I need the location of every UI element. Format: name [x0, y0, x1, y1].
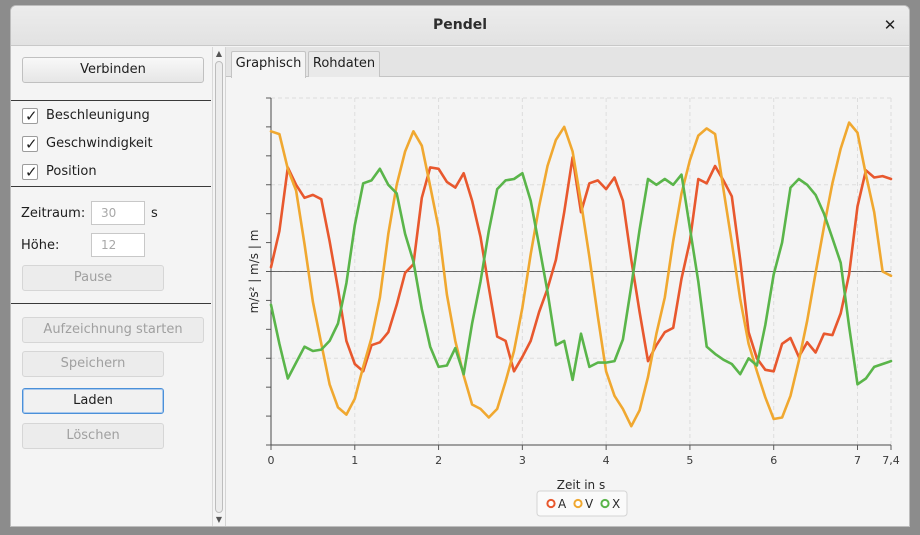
legend-label-a: A: [558, 497, 567, 511]
separator: [11, 100, 211, 101]
chart-series: [269, 121, 893, 428]
checkbox-box[interactable]: ✓: [22, 135, 38, 153]
tab-graphisch[interactable]: Graphisch: [231, 51, 306, 78]
legend-marker-x: [600, 498, 610, 509]
x-tick-label: 7,4: [882, 454, 900, 467]
legend-label-x: X: [612, 497, 620, 511]
x-tick-label: 7: [854, 454, 861, 467]
connect-button[interactable]: Verbinden: [22, 57, 204, 83]
zeitraum-input[interactable]: 30: [91, 201, 145, 225]
x-axis-label: Zeit in s: [557, 478, 605, 492]
checkbox-box[interactable]: ✓: [22, 107, 38, 125]
separator: [11, 186, 211, 187]
x-tick-label: 6: [770, 454, 777, 467]
x-tick-label: 4: [603, 454, 610, 467]
x-tick-label: 1: [351, 454, 358, 467]
chart-panel: Graphisch Rohdaten 0 1 2 3 4 5 6 7 7,4 m/s² | m/…: [225, 47, 909, 526]
checkbox-label: Position: [46, 164, 97, 179]
hoehe-label: Höhe:: [21, 238, 60, 253]
zeitraum-label: Zeitraum:: [21, 206, 86, 221]
x-tick-label: 5: [686, 454, 693, 467]
x-tick-label: 0: [268, 454, 275, 467]
chart-legend: AVX: [536, 490, 628, 517]
tab-rohdaten[interactable]: Rohdaten: [308, 51, 380, 77]
check-icon: ✓: [25, 163, 38, 181]
delete-button[interactable]: Löschen: [22, 423, 164, 449]
y-axis-label: m/s² | m/s | m: [247, 230, 261, 314]
scroll-down-icon[interactable]: ▼: [213, 515, 225, 524]
load-button[interactable]: Laden: [22, 388, 164, 414]
pendulum-chart: 0 1 2 3 4 5 6 7 7,4 m/s² | m/s | m Zeit in s A V X: [247, 97, 900, 517]
zeitraum-unit: s: [151, 206, 158, 221]
legend-marker-a: [546, 498, 556, 509]
legend-marker-v: [573, 498, 583, 509]
x-axis-ticks: 0 1 2 3 4 5 6 7 7,4: [268, 445, 900, 467]
checkbox-label: Beschleunigung: [46, 108, 150, 123]
hoehe-input[interactable]: 12: [91, 233, 145, 257]
pendel-window: Pendel ✕ Verbinden ✓ Beschleunigung ✓ Ge…: [10, 5, 910, 527]
close-icon[interactable]: ✕: [880, 15, 900, 35]
check-icon: ✓: [25, 107, 38, 125]
x-tick-label: 3: [519, 454, 526, 467]
pause-button[interactable]: Pause: [22, 265, 164, 291]
x-tick-label: 2: [435, 454, 442, 467]
title-bar[interactable]: Pendel ✕: [11, 6, 909, 46]
vertical-scrollbar[interactable]: ▲ ▼: [212, 47, 225, 526]
save-button[interactable]: Speichern: [22, 351, 164, 377]
series-line-v: [269, 121, 893, 428]
separator: [11, 303, 211, 304]
legend-label-v: V: [585, 497, 594, 511]
control-panel: Verbinden ✓ Beschleunigung ✓ Geschwindig…: [11, 47, 212, 526]
check-icon: ✓: [25, 135, 38, 153]
tab-strip: Graphisch Rohdaten: [226, 47, 909, 78]
y-axis-ticks: [266, 97, 271, 446]
checkbox-label: Geschwindigkeit: [46, 136, 153, 151]
record-button[interactable]: Aufzeichnung starten: [22, 317, 204, 343]
scroll-up-icon[interactable]: ▲: [213, 49, 225, 58]
window-title: Pendel: [432, 17, 488, 33]
checkbox-box[interactable]: ✓: [22, 163, 38, 181]
scrollbar-thumb[interactable]: [215, 61, 223, 513]
